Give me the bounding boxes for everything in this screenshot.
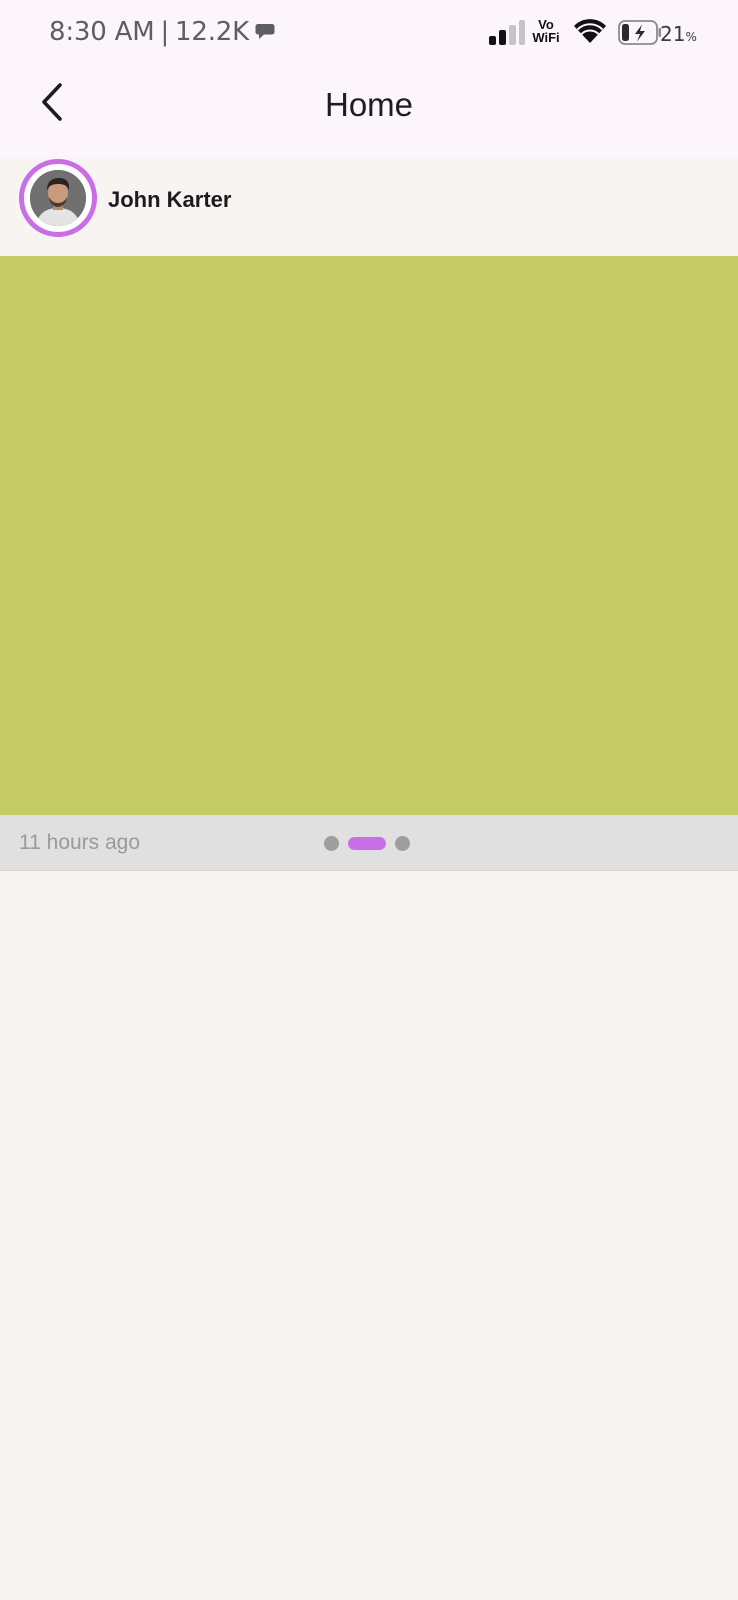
post-timestamp: 11 hours ago [19,831,141,854]
wifi-icon [574,19,606,43]
page-dot[interactable] [324,836,339,851]
post-media[interactable] [0,256,738,815]
battery-percentage: 21% [660,22,697,46]
post-header: John Karter [0,157,738,256]
status-separator: | [160,17,170,47]
chat-bubble-icon [255,24,275,39]
status-time: 8:30 AM [49,17,155,47]
page-dot-active[interactable] [348,837,386,850]
user-avatar-image [30,170,86,226]
page-title: Home [324,86,414,123]
vowifi-icon: Vo WiFi [530,18,562,44]
avatar [30,170,86,226]
post-footer: 11 hours ago [0,815,738,871]
battery-unit: % [685,30,697,44]
vowifi-bottom: WiFi [532,30,560,45]
network-speed: 12.2K [175,17,249,47]
author-name[interactable]: John Karter [108,187,231,213]
status-right: Vo WiFi 21% [438,14,738,54]
status-left: 8:30 AM | 12.2K [49,17,275,47]
page-dot[interactable] [395,836,410,851]
app-bar: Home [0,66,738,157]
status-bar: 8:30 AM | 12.2K Vo WiFi 21% [0,0,738,66]
battery-level: 21 [660,22,686,46]
avatar-ring[interactable] [19,159,97,237]
signal-icon [489,20,525,45]
page-indicator [324,836,410,851]
battery-charging-icon [618,20,661,45]
